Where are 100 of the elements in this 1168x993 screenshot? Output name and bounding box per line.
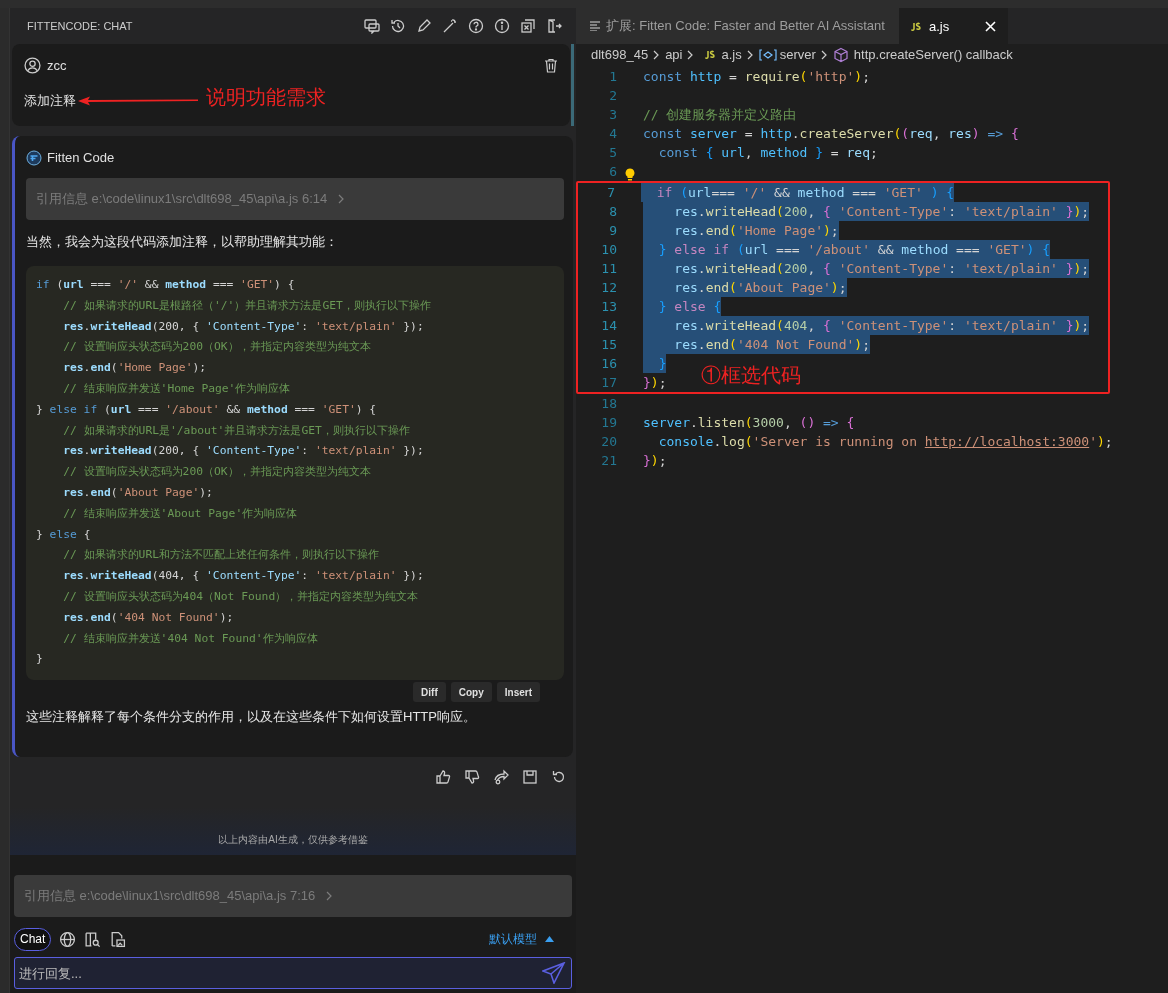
trash-icon[interactable] xyxy=(544,58,558,74)
line-number: 20 xyxy=(600,433,617,451)
code-line: // 设置响应头状态码为200（OK），并指定内容类型为纯文本 xyxy=(62,464,371,481)
code-line: // 如果请求的URL是根路径（'/'）并且请求方法是GET，则执行以下操作 xyxy=(62,297,431,314)
code-line: res.writeHead(200, { 'Content-Type': 'text/plain' }); xyxy=(62,443,424,460)
line-number: 19 xyxy=(600,414,617,432)
breadcrumb-item[interactable]: a.js xyxy=(699,45,742,65)
code-action-button[interactable]: Insert xyxy=(496,682,540,702)
globe-icon[interactable] xyxy=(59,930,77,948)
code-line: // 创建服务器并定义路由 xyxy=(643,106,797,124)
line-number: 16 xyxy=(600,355,617,373)
summary-text: 这些注释解释了每个条件分支的作用，以及在这些条件下如何设置HTTP响应。 xyxy=(26,708,477,726)
code-line: }); xyxy=(643,374,667,392)
intro-text: 当然，我会为这段代码添加注释，以帮助理解其功能： xyxy=(26,232,339,251)
breadcrumb-item[interactable]: http.createServer() callback xyxy=(832,45,1013,65)
chevron-right-icon xyxy=(337,193,346,204)
exit-icon[interactable] xyxy=(546,18,562,34)
code-action-button[interactable]: Diff xyxy=(413,682,446,702)
mode-toggle[interactable]: Chat xyxy=(14,927,52,951)
line-number: 21 xyxy=(600,452,617,470)
breadcrumb-item[interactable]: server xyxy=(758,45,816,65)
book-search-icon[interactable] xyxy=(84,930,102,948)
code-line: // 设置响应头状态码为404（Not Found），并指定内容类型为纯文本 xyxy=(62,588,419,605)
code-line: } else { xyxy=(36,526,91,543)
line-number: 10 xyxy=(600,241,617,259)
code-line: // 结束响应并发送'Home Page'作为响应体 xyxy=(62,381,291,397)
line-number: 12 xyxy=(600,279,617,297)
line-number: 3 xyxy=(608,106,617,124)
reply-input-field[interactable]: 进行回复... xyxy=(14,957,572,989)
code-line: res.end('Home Page'); xyxy=(62,360,207,377)
code-line: res.end('About Page'); xyxy=(62,484,213,501)
line-number: 17 xyxy=(600,374,617,392)
thumbs-up-icon[interactable] xyxy=(435,769,451,785)
line-number: 1 xyxy=(608,68,617,86)
caret-up-icon xyxy=(545,936,554,942)
code-line: // 结束响应并发送'404 Not Found'作为响应体 xyxy=(62,630,318,647)
editor-tab[interactable]: 扩展: Fitten Code: Faster and Better AI Assistant xyxy=(576,8,899,44)
thumbs-down-icon[interactable] xyxy=(464,769,480,785)
code-line: // 设置响应头状态码为200（OK），并指定内容类型为纯文本 xyxy=(62,339,371,356)
code-line: // 如果请求的URL和方法不匹配上述任何条件，则执行以下操作 xyxy=(62,547,379,564)
panel-title: FITTENCODE: CHAT xyxy=(27,18,134,34)
js-file-icon xyxy=(910,21,921,32)
chevron-right-icon xyxy=(746,50,754,60)
fitten-logo-icon xyxy=(26,149,42,166)
code-line: const { url, method } = req; xyxy=(657,144,878,162)
code-line: const http = require('http'); xyxy=(643,68,870,86)
send-icon[interactable] xyxy=(542,962,566,984)
close-icon[interactable] xyxy=(985,21,997,32)
code-line: server.listen(3000, () => { xyxy=(643,414,855,432)
breadcrumb-item[interactable]: dlt698_45 xyxy=(591,45,649,65)
chevron-right-icon xyxy=(325,891,334,901)
line-number: 7 xyxy=(606,184,615,202)
line-number: 5 xyxy=(608,144,617,162)
line-number: 14 xyxy=(600,317,617,335)
line-number: 4 xyxy=(608,125,617,143)
chevron-right-icon xyxy=(687,50,695,60)
close-all-icon[interactable] xyxy=(520,18,536,34)
user-avatar-icon xyxy=(24,57,41,75)
pencil-icon[interactable] xyxy=(416,18,432,34)
code-line: if (url === '/' && method === 'GET') { xyxy=(36,277,295,293)
line-number: 9 xyxy=(608,222,617,240)
line-number: 11 xyxy=(600,260,617,278)
info-icon[interactable] xyxy=(494,18,510,34)
line-number: 2 xyxy=(608,87,617,105)
code-line: // 结束响应并发送'About Page'作为响应体 xyxy=(62,505,298,522)
line-number: 6 xyxy=(608,163,617,181)
help-icon[interactable] xyxy=(468,18,484,34)
code-line: }); xyxy=(643,452,667,470)
editor-tab[interactable]: a.js xyxy=(898,8,1009,44)
code-line: } else if (url === '/about' && method === 'GET') { xyxy=(36,401,377,418)
preview-icon xyxy=(590,21,602,31)
line-number: 15 xyxy=(600,336,617,354)
code-action-button[interactable]: Copy xyxy=(450,682,492,702)
code-line: // 如果请求的URL是'/about'并且请求方法是GET，则执行以下操作 xyxy=(62,422,410,439)
code-line: res.end('404 Not Found'); xyxy=(62,609,234,626)
code-line: res.writeHead(200, { 'Content-Type': 'text/plain' }); xyxy=(62,318,424,335)
chevron-right-icon xyxy=(820,50,828,60)
breadcrumb-item[interactable]: api xyxy=(665,45,683,65)
chat-icon[interactable] xyxy=(364,18,380,34)
line-number: 13 xyxy=(600,298,617,316)
lightbulb-icon[interactable] xyxy=(625,168,635,181)
code-line: console.log('Server is running on http://localhost:3000'); xyxy=(657,433,1113,451)
variable-icon xyxy=(758,49,777,61)
share-icon[interactable] xyxy=(493,769,509,785)
line-number: 8 xyxy=(608,203,617,221)
chevron-right-icon xyxy=(653,50,661,60)
assistant-name: Fitten Code xyxy=(47,149,115,167)
file-image-icon[interactable] xyxy=(109,930,127,948)
disclaimer-text: 以上内容由AI生成，仅供参考借鉴 xyxy=(218,833,368,847)
code-line: const server = http.createServer((req, res) => { xyxy=(643,125,1019,143)
annotation-text: ①框选代码 xyxy=(701,363,801,388)
annotation-text: 说明功能需求 xyxy=(206,84,326,110)
code-line: res.writeHead(404, { 'Content-Type': 'text/plain' }); xyxy=(62,568,424,585)
line-number: 18 xyxy=(600,395,617,413)
magic-wand-icon[interactable] xyxy=(442,18,458,34)
history-icon[interactable] xyxy=(390,18,406,34)
save-icon[interactable] xyxy=(522,769,538,785)
regenerate-icon[interactable] xyxy=(551,769,567,785)
user-name: zcc xyxy=(47,57,68,75)
model-selector[interactable]: 默认模型 xyxy=(489,930,554,948)
